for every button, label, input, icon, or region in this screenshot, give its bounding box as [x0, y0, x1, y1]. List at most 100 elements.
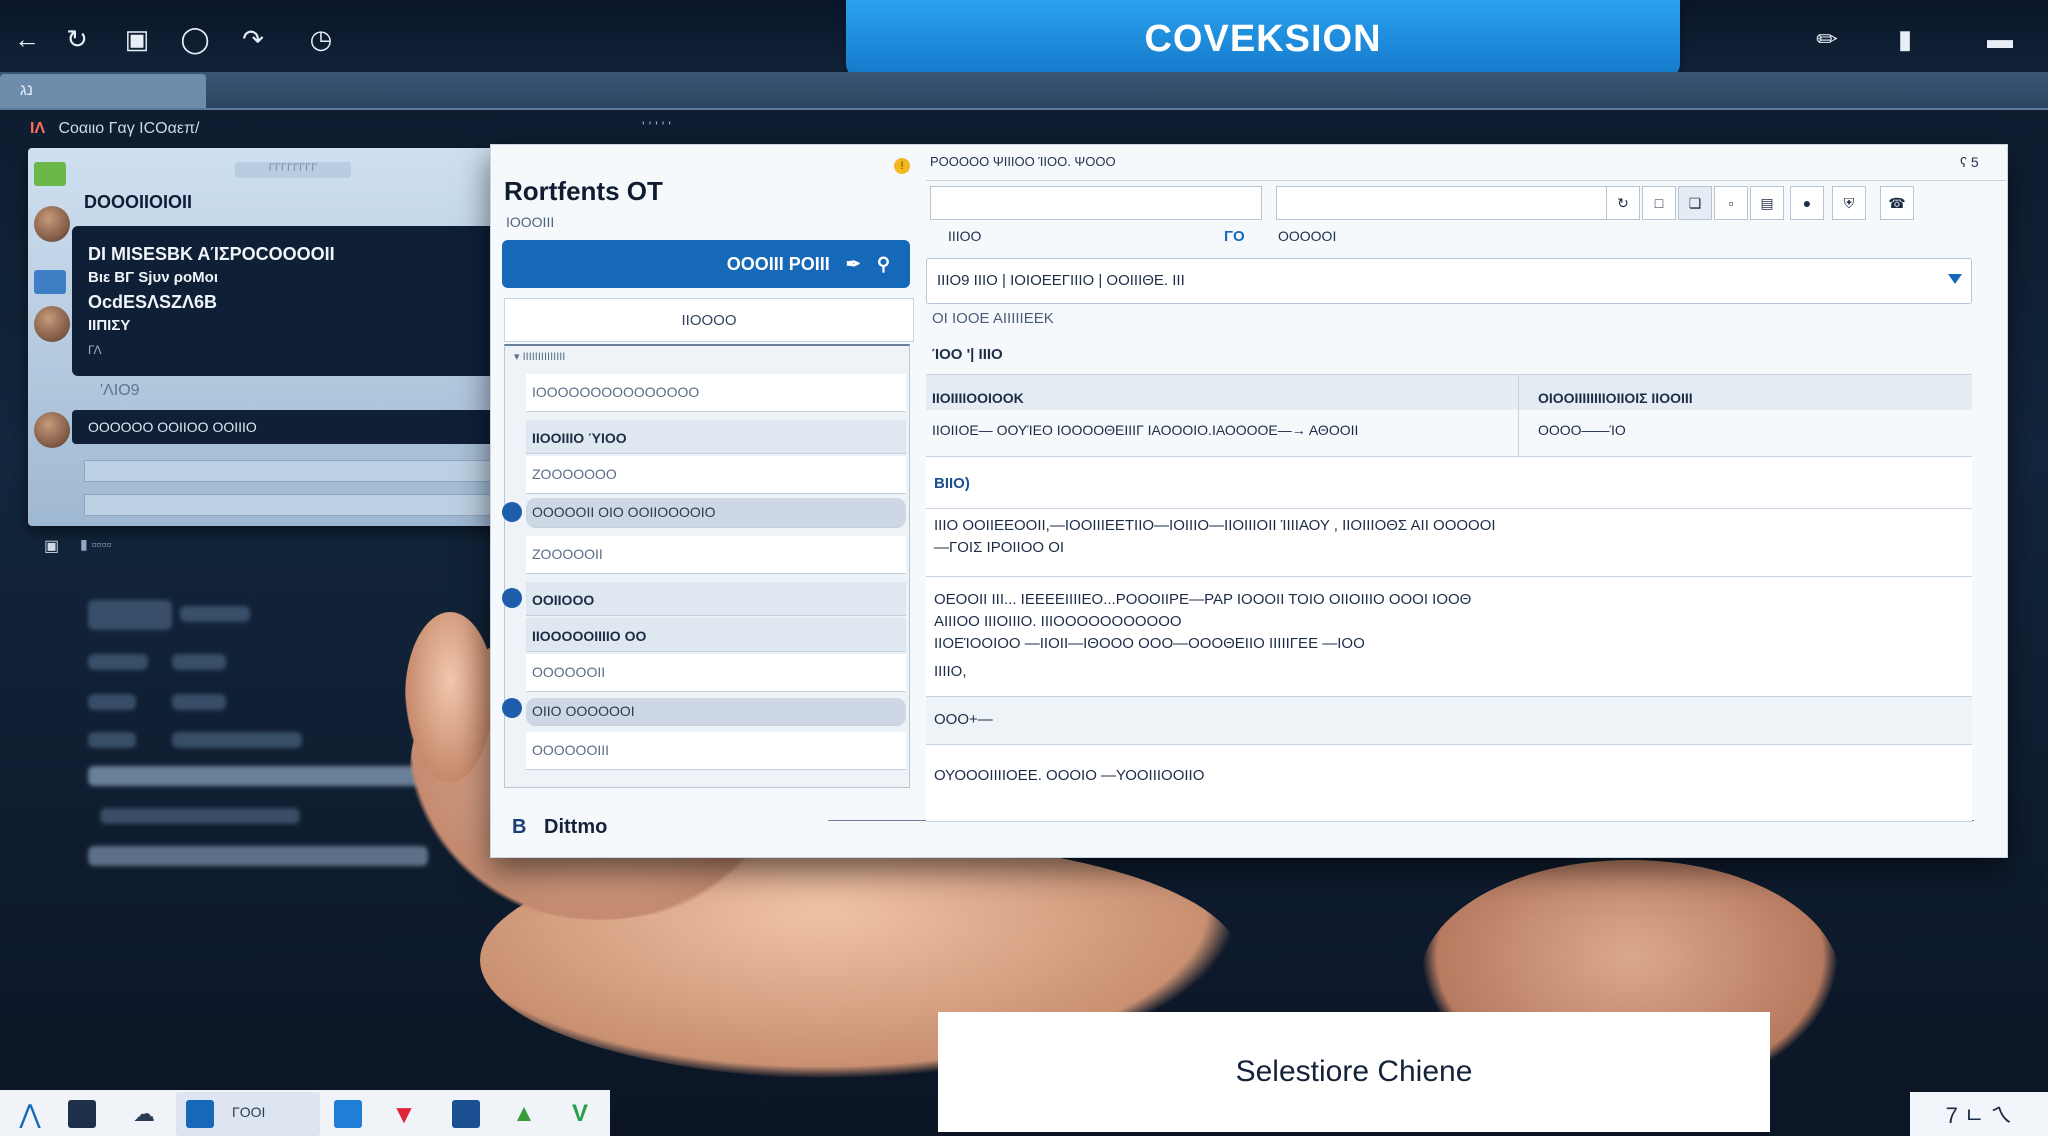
pen-icon[interactable]: ✏ — [1810, 22, 1844, 56]
list-item[interactable]: ΙΙΟΟΙΙΙΟ ΎΙΟΟ — [526, 420, 906, 454]
list-item[interactable]: ΟΟΟΟΟΟΙΙΙ — [526, 732, 906, 770]
chevron-down-icon[interactable] — [1948, 274, 1962, 284]
contact-name[interactable]: DOOOIIOIOII — [84, 192, 192, 213]
breadcrumb-dots: ' ' ' ' ' — [642, 118, 671, 134]
avatar[interactable] — [34, 306, 70, 342]
avatar[interactable] — [34, 412, 70, 448]
blurred-row — [180, 606, 250, 622]
box-icon[interactable]: ▫ — [1714, 186, 1748, 220]
panel-field[interactable] — [84, 494, 498, 516]
window-icon[interactable] — [186, 1100, 214, 1128]
app-icon[interactable] — [68, 1100, 96, 1128]
triangle-icon[interactable]: ▼ — [390, 1100, 418, 1128]
drag-handle[interactable] — [502, 588, 522, 608]
contact-row[interactable]: ΟΟΟΟΟΟ ΟΟΙΙΟΟ ΟΟΙΙΙΟ — [72, 410, 498, 444]
footer-label[interactable]: B Dittmo — [512, 816, 607, 839]
monitor-icon[interactable] — [334, 1100, 362, 1128]
footer-text: Dittmo — [544, 816, 608, 838]
copy-icon[interactable]: ❏ — [1678, 186, 1712, 220]
breadcrumb-text[interactable]: Cοαιιο Γαγ ΙCΟαεπ/ — [58, 120, 199, 137]
list-item[interactable]: ΖΟΟΟΟΟΙΙ — [526, 536, 906, 574]
search-icon[interactable]: ⚲ — [877, 254, 890, 275]
bottom-caption: Selestiore Chiene — [938, 1012, 1770, 1132]
card-line: ΙΙΠΙΣΥ — [88, 317, 131, 334]
list-item[interactable]: ΙΟΟΟΟΟΟΟΟΟΟΟΟΟΟΟ — [526, 374, 906, 412]
dot-icon[interactable]: ● — [1790, 186, 1824, 220]
table-column-header[interactable]: ΟΙΟΟΙΙΙΙΙΙΙΙΟΙΙΟΙΣ ΙΙΟΟΙΙΙ — [1538, 390, 1693, 406]
blurred-row — [88, 732, 136, 748]
refresh-icon[interactable]: ↻ — [60, 22, 94, 56]
window-icon[interactable]: ▣ — [120, 22, 154, 56]
detail-nav[interactable]: ʕ 5 — [1960, 154, 1979, 170]
section-title: ΒΙΙΟ) — [934, 475, 970, 492]
detail-line: ΙΙΙΙΟ, — [934, 663, 967, 680]
divider — [1518, 374, 1519, 456]
detail-line: ΙΙΟΕΊΟΟΙΟΟ —ΙΙΟΙΙ—ΙΘΟΟΟ ΟΟΟ—ΟΟΟΘΕΙΙΟ ΙΙΙ… — [934, 635, 1365, 652]
refresh-icon[interactable]: ↻ — [1606, 186, 1640, 220]
field-action[interactable]: ΓΟ — [1224, 228, 1245, 245]
blurred-row — [88, 846, 428, 866]
shield-icon[interactable]: ⛨ — [1832, 186, 1866, 220]
app-icon[interactable] — [34, 162, 66, 186]
detail-line: ΟΕΟΟΙΙ ΙΙΙ... ΙΕΕΕΕΙΙΙΙΕΟ...ΡΟΟΟΙΙΡΕ—ΡΑΡ… — [934, 591, 1472, 608]
system-tray[interactable]: 7 ㄴ ㄟ — [1910, 1092, 2048, 1136]
panel-footer-icon[interactable]: ▣ — [44, 536, 59, 556]
blurred-row — [172, 732, 302, 748]
detail-input[interactable] — [1276, 186, 1610, 220]
range-value: ΊΟΟ '| ΙΙΙΟ — [932, 346, 1003, 363]
list-item[interactable]: ΖΟΟΟΟΟΟΟ — [526, 456, 906, 494]
filter-dropdown[interactable]: ΙΙΙΟ9 ΙΙΙΟ | ΙΟΙΟΕΕΓΙΙΙΟ | ΟΟΙΙΙΘΕ. ΙΙΙ — [926, 258, 1972, 304]
blurred-row — [88, 766, 428, 786]
detail-line: ΙΙΙΟ ΟΟΙΙΕΕΟΟΙΙ,—ΙΟΟΙΙΙΕΕΤΙΙΟ—ΙΟΙΙΙΟ—ΙΙΟ… — [934, 517, 1496, 534]
secondary-tab[interactable]: נג — [0, 74, 206, 108]
detail-section — [926, 696, 1972, 744]
list-header[interactable]: ΙΙΟΟΟΟ — [504, 298, 914, 342]
list-item[interactable]: ΙΙΟΟΟΟΟΙΙΙΙΟ ΟΟ — [526, 618, 906, 652]
blurred-row — [100, 808, 300, 824]
card-line: Βιε ΒΓ Sϳυν ροΜοι — [88, 269, 218, 286]
detail-section — [926, 456, 1972, 508]
blurred-row — [172, 694, 226, 710]
detail-input[interactable] — [930, 186, 1262, 220]
phone-icon[interactable]: ☎ — [1880, 186, 1914, 220]
folder-icon[interactable] — [34, 270, 66, 294]
table-column-header[interactable]: ΙΙΟΙΙΙΙΟΟΙΟΟΚ — [932, 390, 1024, 406]
back-arrow-icon[interactable]: ← — [10, 22, 44, 56]
square-icon[interactable]: □ — [1642, 186, 1676, 220]
divider — [926, 180, 2006, 181]
start-icon[interactable]: ⋀ — [16, 1100, 44, 1128]
check-icon[interactable]: V — [566, 1100, 594, 1128]
task-label: ΓΟΟΙ — [232, 1104, 266, 1120]
toggle-icon[interactable]: ▬ — [1960, 22, 2040, 56]
list-item[interactable]: ΟΟΙΙΟΟΟ — [526, 582, 906, 616]
square-icon[interactable] — [452, 1100, 480, 1128]
window-title-tab: COVEKSION — [846, 0, 1680, 78]
section-heading: ΟΙ ΙΟΟΕ ΑΙΙΙΙΙΕΕΚ — [932, 310, 1054, 327]
cloud-icon[interactable]: ☁ — [130, 1100, 158, 1128]
bookmark-icon[interactable]: ▮ — [1888, 22, 1922, 56]
blurred-row — [88, 694, 136, 710]
tree-icon[interactable]: ▲ — [510, 1100, 538, 1128]
list-item-selected[interactable]: ΟΟΟΟΟΙΙ ΟΙΟ ΟΟΙΙΟΟΟΟΙΟ — [526, 498, 906, 528]
panel-field[interactable] — [84, 460, 498, 482]
clock-icon[interactable]: ◷ — [304, 22, 338, 56]
card-sub: ΓΛ — [88, 343, 102, 357]
card-line: DΙ ΜΙSΕSΒΚ ΑΊΣΡΟCOΟΟΟΙΙ — [88, 244, 335, 264]
secondary-toolbar — [0, 72, 2048, 110]
avatar[interactable] — [34, 206, 70, 242]
list-collapse-toggle[interactable]: ▾ ΙΙΙΙΙΙΙΙΙΙΙΙΙΙ — [514, 350, 565, 363]
edit-icon[interactable]: ✒ — [846, 254, 861, 275]
redo-icon[interactable]: ↷ — [236, 22, 270, 56]
contact-card[interactable]: DΙ ΜΙSΕSΒΚ ΑΊΣΡΟCOΟΟΟΙΙ Βιε ΒΓ Sϳυν ροΜο… — [72, 226, 498, 376]
drag-handle[interactable] — [502, 698, 522, 718]
table-cell: ΙΙΟΙΙΟΕ— ΟΟΥΊΕΟ ΙΟΟΟΟΘΕΙΙΙΓ ΙΑΟΟΟΙΟ.ΙΑΟΟ… — [932, 422, 1359, 438]
list-item-selected[interactable]: ΟΙΙΟ ΟΟΟΟΟΟΙ — [526, 698, 906, 726]
search-bar[interactable]: ΟΟΟΙΙΙ ΡΟΙΙΙ ✒ ⚲ — [502, 240, 910, 288]
warning-icon[interactable]: ! — [894, 158, 910, 174]
list-item[interactable]: ΟΟΟΟΟΟΙΙ — [526, 654, 906, 692]
detail-table — [926, 374, 1972, 456]
layers-icon[interactable]: ▤ — [1750, 186, 1784, 220]
drag-handle[interactable] — [502, 502, 522, 522]
search-label: ΟΟΟΙΙΙ ΡΟΙΙΙ — [726, 253, 830, 274]
undo-icon[interactable]: ◯ — [178, 22, 212, 56]
